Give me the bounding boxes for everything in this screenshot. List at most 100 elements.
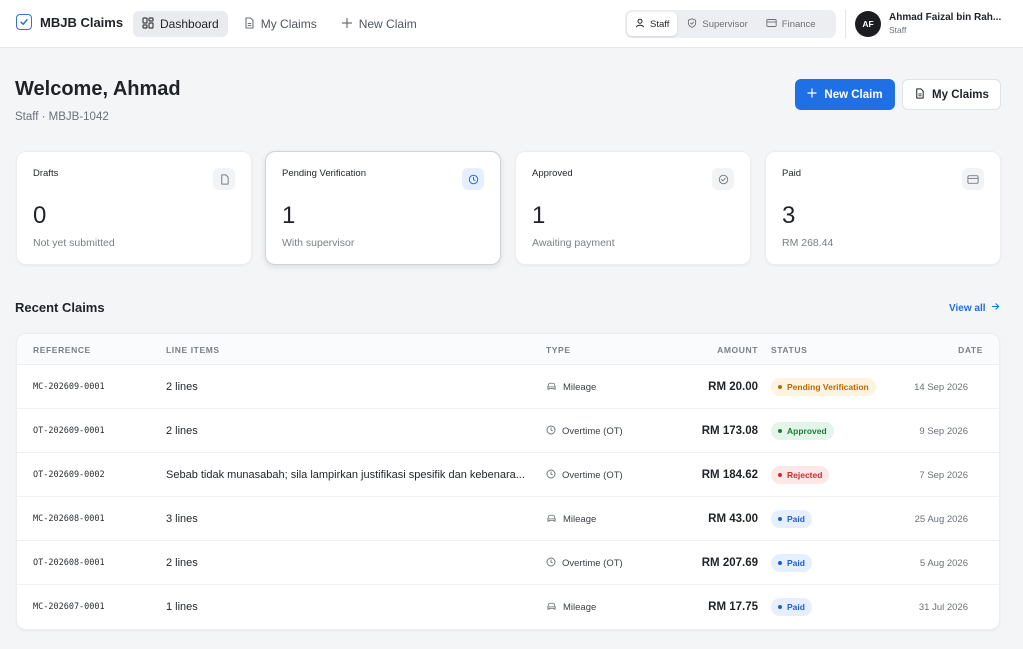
card-subtext: With supervisor: [282, 237, 355, 249]
role-staff[interactable]: Staff: [627, 12, 678, 36]
nav-dashboard[interactable]: Dashboard: [133, 11, 228, 37]
plus-icon: [807, 88, 818, 101]
status-dot: [778, 473, 782, 477]
claim-type-label: Mileage: [563, 601, 597, 613]
arrow-right-icon: [991, 302, 1000, 314]
claim-status: Paid: [771, 497, 812, 541]
recent-claims-title: Recent Claims: [15, 300, 105, 315]
claim-type: Overtime (OT): [546, 409, 623, 453]
card-icon: [962, 168, 984, 190]
claim-reference[interactable]: OT-202609-0001: [33, 409, 105, 453]
table-row[interactable]: MC-202609-0001 2 lines Mileage RM 20.00 Pend…: [17, 365, 999, 409]
claim-date: 31 Jul 2026: [918, 601, 968, 613]
card-drafts[interactable]: Drafts 0 Not yet submitted: [16, 151, 252, 265]
claim-status: Rejected: [771, 453, 830, 497]
nav-new-claim[interactable]: New Claim: [332, 11, 426, 37]
card-label: Pending Verification: [282, 168, 366, 179]
card-pending-verification[interactable]: Pending Verification 1 With supervisor: [265, 151, 501, 265]
divider: [845, 10, 846, 38]
role-staff-label: Staff: [650, 18, 670, 30]
column-header-amount[interactable]: AMOUNT: [717, 345, 758, 355]
claim-line-items-text: 2 lines: [166, 557, 198, 569]
status-badge: Approved: [771, 422, 834, 440]
claim-line-items: 1 lines: [166, 585, 534, 629]
role-finance[interactable]: Finance: [758, 12, 824, 36]
avatar[interactable]: AF: [855, 11, 881, 37]
claim-status: Approved: [771, 409, 834, 453]
column-header-reference[interactable]: REFERENCE: [33, 345, 91, 355]
status-badge: Paid: [771, 510, 812, 528]
claim-type: Mileage: [546, 497, 596, 541]
top-bar: MBJB Claims Dashboard My Claims New Clai…: [0, 0, 1023, 48]
claim-line-items-text: 2 lines: [166, 381, 198, 393]
new-claim-button[interactable]: New Claim: [795, 79, 895, 110]
table-row[interactable]: OT-202609-0002 Sebab tidak munasabah; sil…: [17, 453, 999, 497]
shield-check-icon: [687, 17, 697, 31]
claim-line-items: 2 lines: [166, 365, 534, 409]
claim-amount: RM 207.69: [701, 557, 758, 569]
claim-status: Paid: [771, 585, 812, 629]
status-dot: [778, 561, 782, 565]
check-square-icon: [16, 14, 32, 30]
claim-status: Paid: [771, 541, 812, 585]
my-claims-button[interactable]: My Claims: [902, 79, 1001, 110]
claim-line-items-text: 1 lines: [166, 601, 198, 613]
brand-name: MBJB Claims: [40, 14, 124, 30]
table-row[interactable]: OT-202609-0001 2 lines Overtime (OT) RM 173…: [17, 409, 999, 453]
claim-type: Overtime (OT): [546, 541, 623, 585]
table-header: REFERENCE LINE ITEMS TYPE AMOUNT STATUS …: [17, 334, 999, 365]
column-header-type[interactable]: TYPE: [546, 345, 571, 355]
column-header-line-items[interactable]: LINE ITEMS: [166, 345, 220, 355]
table-row[interactable]: OT-202608-0001 2 lines Overtime (OT) RM 207…: [17, 541, 999, 585]
claim-line-items: 3 lines: [166, 497, 534, 541]
new-claim-button-label: New Claim: [824, 88, 883, 101]
claim-amount: RM 173.08: [701, 425, 758, 437]
claim-reference[interactable]: OT-202608-0001: [33, 541, 105, 585]
nav-my-claims[interactable]: My Claims: [234, 11, 326, 37]
claim-date: 9 Sep 2026: [919, 425, 968, 437]
status-badge-label: Rejected: [787, 470, 823, 480]
claim-line-items-text: 2 lines: [166, 425, 198, 437]
status-badge-label: Approved: [787, 426, 827, 436]
user-icon: [635, 18, 645, 31]
claim-reference[interactable]: MC-202608-0001: [33, 497, 105, 541]
status-dot: [778, 605, 782, 609]
claim-status: Pending Verification: [771, 365, 876, 409]
status-dot: [778, 429, 782, 433]
card-label: Approved: [532, 168, 573, 179]
claim-line-items: 2 lines: [166, 541, 534, 585]
table-row[interactable]: MC-202608-0001 3 lines Mileage RM 43.00 Paid…: [17, 497, 999, 541]
document-icon: [213, 168, 235, 190]
main-nav: Dashboard My Claims New Claim: [133, 11, 426, 37]
claim-line-items: Sebab tidak munasabah; sila lampirkan ju…: [166, 453, 534, 497]
table-row[interactable]: MC-202607-0001 1 lines Mileage RM 17.75 Paid…: [17, 585, 999, 629]
status-badge: Paid: [771, 554, 812, 572]
card-value: 0: [33, 202, 47, 229]
column-header-status[interactable]: STATUS: [771, 345, 807, 355]
claim-date: 5 Aug 2026: [919, 557, 968, 569]
role-supervisor-label: Supervisor: [702, 18, 748, 30]
brand[interactable]: MBJB Claims: [16, 14, 123, 30]
claim-type-label: Overtime (OT): [562, 469, 623, 481]
card-approved[interactable]: Approved 1 Awaiting payment: [515, 151, 751, 265]
user-name[interactable]: Ahmad Faizal bin Rah...: [889, 12, 1019, 23]
plus-icon: [341, 17, 353, 32]
card-paid[interactable]: Paid 3 RM 268.44: [765, 151, 1001, 265]
claim-reference[interactable]: OT-202609-0002: [33, 453, 105, 497]
claim-amount: RM 184.62: [701, 469, 758, 481]
nav-dashboard-label: Dashboard: [160, 17, 219, 31]
page-title: Welcome, Ahmad: [15, 78, 181, 100]
claim-reference[interactable]: MC-202609-0001: [33, 365, 105, 409]
claim-type-label: Overtime (OT): [562, 557, 623, 569]
status-dot: [778, 517, 782, 521]
column-header-date[interactable]: DATE: [958, 345, 983, 355]
recent-claims-table: REFERENCE LINE ITEMS TYPE AMOUNT STATUS …: [16, 333, 1000, 630]
claim-amount: RM 43.00: [708, 513, 758, 525]
role-supervisor[interactable]: Supervisor: [679, 12, 755, 36]
document-icon: [914, 87, 925, 102]
check-circle-icon: [712, 168, 734, 190]
claim-reference[interactable]: MC-202607-0001: [33, 585, 105, 629]
status-dot: [778, 385, 782, 389]
view-all-link[interactable]: View all: [949, 302, 1000, 314]
claim-date: 7 Sep 2026: [919, 469, 968, 481]
